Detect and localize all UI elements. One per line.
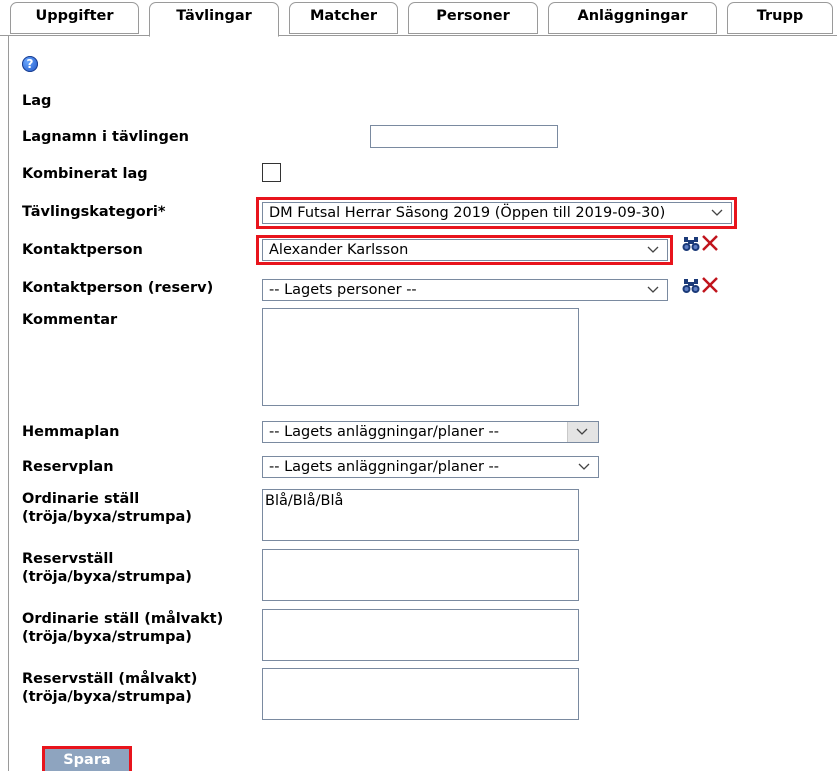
reservstall-label: Reservställ (tröja/byxa/strumpa) [22, 551, 192, 585]
tab-personer[interactable]: Personer [408, 2, 538, 34]
kontakt-reserv-label: Kontaktperson (reserv) [22, 280, 214, 296]
lagnamn-input[interactable] [370, 125, 558, 148]
hemmaplan-label: Hemmaplan [22, 424, 120, 440]
kommentar-label: Kommentar [22, 312, 118, 328]
hemmaplan-value: -- Lagets anläggningar/planer -- [269, 424, 500, 440]
reservplan-select[interactable]: -- Lagets anläggningar/planer -- [262, 456, 599, 478]
binoculars-icon[interactable] [682, 236, 700, 256]
tab-trupp[interactable]: Trupp [727, 2, 833, 34]
chevron-down-icon [578, 457, 592, 477]
tab-matcher[interactable]: Matcher [289, 2, 398, 34]
kombinerat-checkbox[interactable] [262, 163, 281, 182]
save-button[interactable]: Spara [42, 746, 132, 771]
reservplan-value: -- Lagets anläggningar/planer -- [269, 459, 500, 475]
ordinarie-label: Ordinarie ställ (tröja/byxa/strumpa) [22, 491, 192, 525]
lagnamn-label: Lagnamn i tävlingen [22, 129, 189, 145]
help-icon[interactable]: ? [22, 56, 38, 72]
ordinarie-textarea[interactable]: Blå/Blå/Blå [262, 489, 579, 541]
chevron-down-icon [576, 422, 590, 442]
section-title: Lag [22, 93, 52, 109]
tab-tavlingar[interactable]: Tävlingar [149, 2, 279, 37]
close-icon[interactable] [701, 276, 719, 298]
tab-bar: Uppgifter Tävlingar Matcher Personer Anl… [0, 0, 837, 37]
tab-uppgifter[interactable]: Uppgifter [10, 2, 139, 34]
kombinerat-label: Kombinerat lag [22, 166, 148, 182]
hemmaplan-select[interactable]: -- Lagets anläggningar/planer -- [262, 421, 599, 443]
tab-anlaggningar[interactable]: Anläggningar [548, 2, 717, 34]
binoculars-icon[interactable] [682, 278, 700, 298]
content-border [8, 36, 9, 771]
reservplan-label: Reservplan [22, 459, 114, 475]
tab-bar-divider [0, 35, 837, 36]
kommentar-textarea[interactable] [262, 308, 579, 406]
kategori-label: Tävlingskategori* [22, 204, 166, 220]
kontakt-label: Kontaktperson [22, 242, 143, 258]
reservstall-mv-textarea[interactable] [262, 668, 579, 720]
reservstall-mv-label: Reservställ (målvakt) (tröja/byxa/strump… [22, 671, 198, 705]
ordinarie-mv-textarea[interactable] [262, 609, 579, 661]
kategori-highlight [256, 197, 737, 229]
chevron-down-icon [647, 280, 661, 300]
kontakt-reserv-value: -- Lagets personer -- [269, 282, 417, 298]
kontakt-reserv-select[interactable]: -- Lagets personer -- [262, 279, 668, 301]
ordinarie-mv-label: Ordinarie ställ (målvakt) (tröja/byxa/st… [22, 611, 224, 645]
kontakt-highlight [256, 235, 673, 265]
close-icon[interactable] [701, 234, 719, 256]
reservstall-textarea[interactable] [262, 549, 579, 601]
